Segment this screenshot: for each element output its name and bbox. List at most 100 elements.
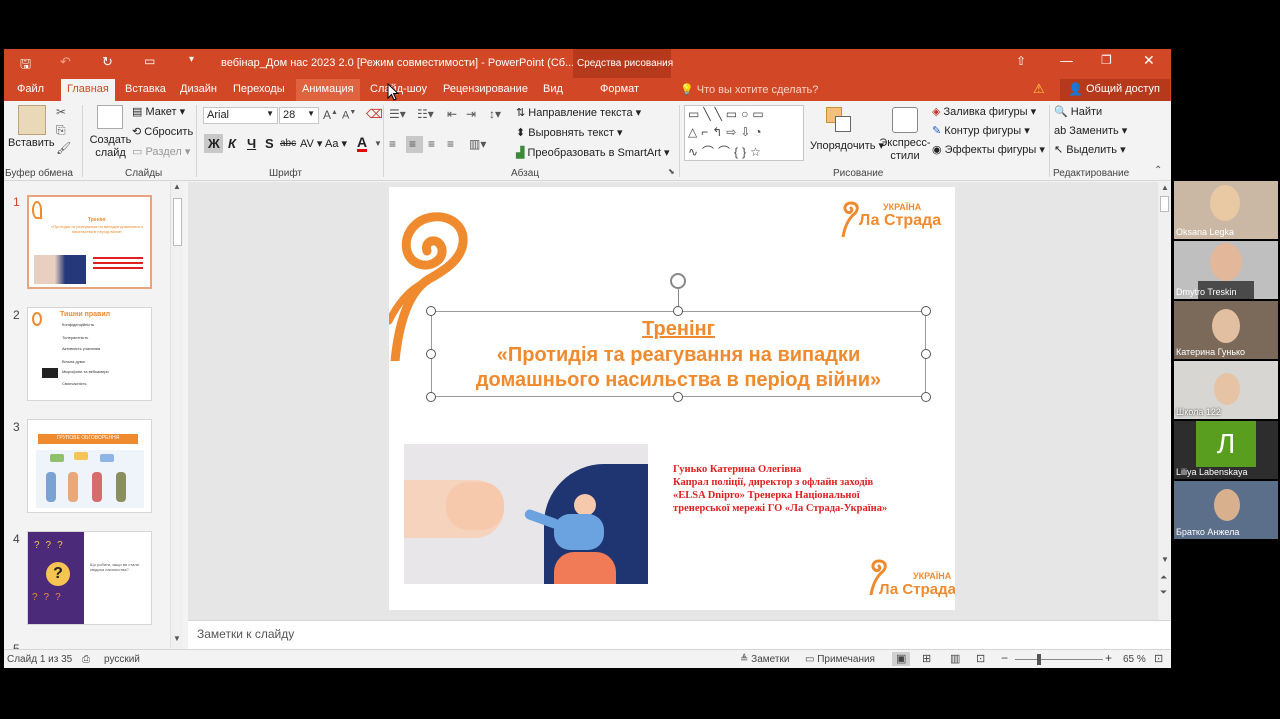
resize-handle[interactable] <box>673 392 683 402</box>
bold-button[interactable]: Ж <box>208 136 220 151</box>
zoom-slider[interactable] <box>1015 659 1103 660</box>
align-right-icon[interactable]: ≡ <box>428 137 435 151</box>
shapes-gallery[interactable]: ▭╲╲▭○▭ △⌐↰⇨⇩◔ ∿⌒⌒{}☆ <box>684 105 804 161</box>
smartart-button[interactable]: ▟ Преобразовать в SmartArt ▾ <box>516 146 670 159</box>
scroll-down-icon[interactable]: ▼ <box>1161 555 1169 564</box>
cut-icon[interactable]: ✂ <box>56 105 66 119</box>
resize-handle[interactable] <box>921 306 931 316</box>
shrink-font-icon[interactable]: A▼ <box>342 109 356 122</box>
notes-pane[interactable]: Заметки к слайду <box>188 620 1171 649</box>
slide-sorter-icon[interactable]: ⊞ <box>922 652 931 665</box>
current-slide[interactable]: УКРАЇНА Ла Страда Тренінг «Протидія та р… <box>389 187 955 610</box>
align-center-icon[interactable]: ≡ <box>409 137 416 151</box>
zoom-out-icon[interactable]: − <box>1001 651 1008 665</box>
tab-insert[interactable]: Вставка <box>125 83 166 95</box>
restore-icon[interactable]: ❐ <box>1101 53 1112 67</box>
notes-toggle-button[interactable]: ≜ Заметки <box>740 654 789 665</box>
participant-tile[interactable]: Катерина Гунько <box>1174 301 1278 359</box>
justify-icon[interactable]: ≡ <box>447 137 454 151</box>
collapse-ribbon-icon[interactable]: ⌃ <box>1154 165 1162 176</box>
tab-design[interactable]: Дизайн <box>180 83 217 95</box>
slide-thumbnail-1[interactable]: Тренінг «Протидія та реагування на випад… <box>27 195 152 289</box>
resize-handle[interactable] <box>921 349 931 359</box>
normal-view-icon[interactable]: ▣ <box>896 652 906 665</box>
slideshow-view-icon[interactable]: ⊡ <box>976 652 985 665</box>
tab-format[interactable]: Формат <box>600 83 639 95</box>
align-text-button[interactable]: ⬍ Выровнять текст ▾ <box>516 126 623 139</box>
tab-transitions[interactable]: Переходы <box>233 83 285 95</box>
increase-indent-icon[interactable]: ⇥ <box>466 107 476 121</box>
char-spacing-button[interactable]: AV ▾ <box>300 137 322 150</box>
warning-icon[interactable]: ⚠ <box>1033 81 1045 97</box>
change-case-button[interactable]: Aa ▾ <box>325 137 347 150</box>
paste-icon[interactable] <box>18 105 46 135</box>
scroll-up-icon[interactable]: ▲ <box>173 182 181 191</box>
reset-button[interactable]: ⟲ Сбросить <box>132 125 193 138</box>
font-name-select[interactable]: Arial ▼ <box>203 107 278 124</box>
rotate-handle-icon[interactable] <box>670 273 686 289</box>
line-spacing-icon[interactable]: ↕▾ <box>489 107 501 121</box>
participant-tile[interactable]: Братко Анжела <box>1174 481 1278 539</box>
tab-animation[interactable]: Анимация <box>296 79 360 101</box>
ribbon-display-icon[interactable]: ⇧ <box>1016 54 1026 68</box>
paste-label[interactable]: Вставить <box>8 137 55 149</box>
undo-icon[interactable]: ↶ <box>60 54 71 70</box>
slide-thumbnail-2[interactable]: Тишни правил Конфіденційність Толерантні… <box>27 307 152 401</box>
participant-tile[interactable]: Школа 122 <box>1174 361 1278 419</box>
quick-styles-icon[interactable] <box>892 107 918 133</box>
language[interactable]: русский <box>104 654 140 665</box>
scroll-up-icon[interactable]: ▲ <box>1161 183 1169 192</box>
resize-handle[interactable] <box>426 306 436 316</box>
bullets-icon[interactable]: ☰▾ <box>389 107 406 121</box>
shadow-button[interactable]: S <box>265 136 274 151</box>
fit-slide-icon[interactable]: ⊡ <box>1154 652 1163 665</box>
tab-home[interactable]: Главная <box>61 79 115 101</box>
comments-button[interactable]: ▭ Примечания <box>805 654 875 665</box>
title-placeholder[interactable]: Тренінг «Протидія та реагування на випад… <box>431 311 926 397</box>
resize-handle[interactable] <box>426 349 436 359</box>
decrease-indent-icon[interactable]: ⇤ <box>447 107 457 121</box>
resize-handle[interactable] <box>921 392 931 402</box>
align-left-icon[interactable]: ≡ <box>389 137 396 151</box>
minimize-icon[interactable]: — <box>1060 53 1073 68</box>
arrange-icon[interactable] <box>826 107 854 135</box>
slide-thumbnail-4[interactable]: ??? ??? ? Що робити, якщо ви стали свідк… <box>27 531 152 625</box>
select-button[interactable]: ↖ Выделить ▾ <box>1054 143 1126 156</box>
section-button[interactable]: ▭ Раздел ▾ <box>132 145 190 158</box>
thumbnail-scrollbar[interactable]: ▲ ▼ <box>170 182 183 648</box>
redo-icon[interactable]: ↻ <box>102 54 113 70</box>
find-button[interactable]: 🔍 Найти <box>1054 105 1102 118</box>
arrange-label[interactable]: Упорядочить ▾ <box>810 139 884 152</box>
shape-fill-button[interactable]: ◈ Заливка фигуры ▾ <box>932 105 1036 118</box>
shape-effects-button[interactable]: ◉ Эффекты фигуры ▾ <box>932 143 1045 156</box>
spellcheck-icon[interactable]: ⎙ <box>82 654 90 665</box>
new-slide-icon[interactable] <box>97 105 123 129</box>
scroll-thumb[interactable] <box>173 198 182 246</box>
tab-review[interactable]: Рецензирование <box>443 83 528 95</box>
font-color-icon[interactable]: A <box>357 135 368 152</box>
text-direction-button[interactable]: ⇅ Направление текста ▾ <box>516 106 641 119</box>
zoom-in-icon[interactable]: + <box>1105 651 1112 665</box>
copy-icon[interactable]: ⎘ <box>56 123 66 138</box>
close-icon[interactable]: ✕ <box>1143 52 1155 69</box>
slideshow-start-icon[interactable]: ▭ <box>144 54 155 68</box>
slide-thumbnail-3[interactable]: ГРУПОВЕ ОБГОВОРЕННЯ <box>27 419 152 513</box>
format-painter-icon[interactable]: 🖌 <box>56 141 71 155</box>
save-icon[interactable]: 🖫 <box>20 55 31 77</box>
dialog-launcher-icon[interactable]: ⬊ <box>668 167 675 176</box>
quick-styles-label[interactable]: Экспресс-стили <box>879 137 931 163</box>
resize-handle[interactable] <box>426 392 436 402</box>
underline-button[interactable]: Ч <box>247 136 256 151</box>
clear-formatting-icon[interactable]: ⌫ <box>366 107 383 121</box>
participant-tile[interactable]: Oksana Legka <box>1174 181 1278 239</box>
participant-tile[interactable]: Л Liliya Labenskaya <box>1174 421 1278 479</box>
tab-file[interactable]: Файл <box>17 83 44 95</box>
layout-button[interactable]: ▤ Макет ▾ <box>132 105 185 118</box>
reading-view-icon[interactable]: ▥ <box>950 652 960 665</box>
italic-button[interactable]: К <box>228 136 236 151</box>
customize-qat-icon[interactable]: ▾ <box>189 54 194 65</box>
strikethrough-button[interactable]: abc <box>280 138 296 149</box>
prev-slide-icon[interactable]: ⏶ <box>1160 572 1167 583</box>
replace-button[interactable]: ab Заменить ▾ <box>1054 124 1127 137</box>
chevron-down-icon[interactable]: ▼ <box>374 139 382 148</box>
